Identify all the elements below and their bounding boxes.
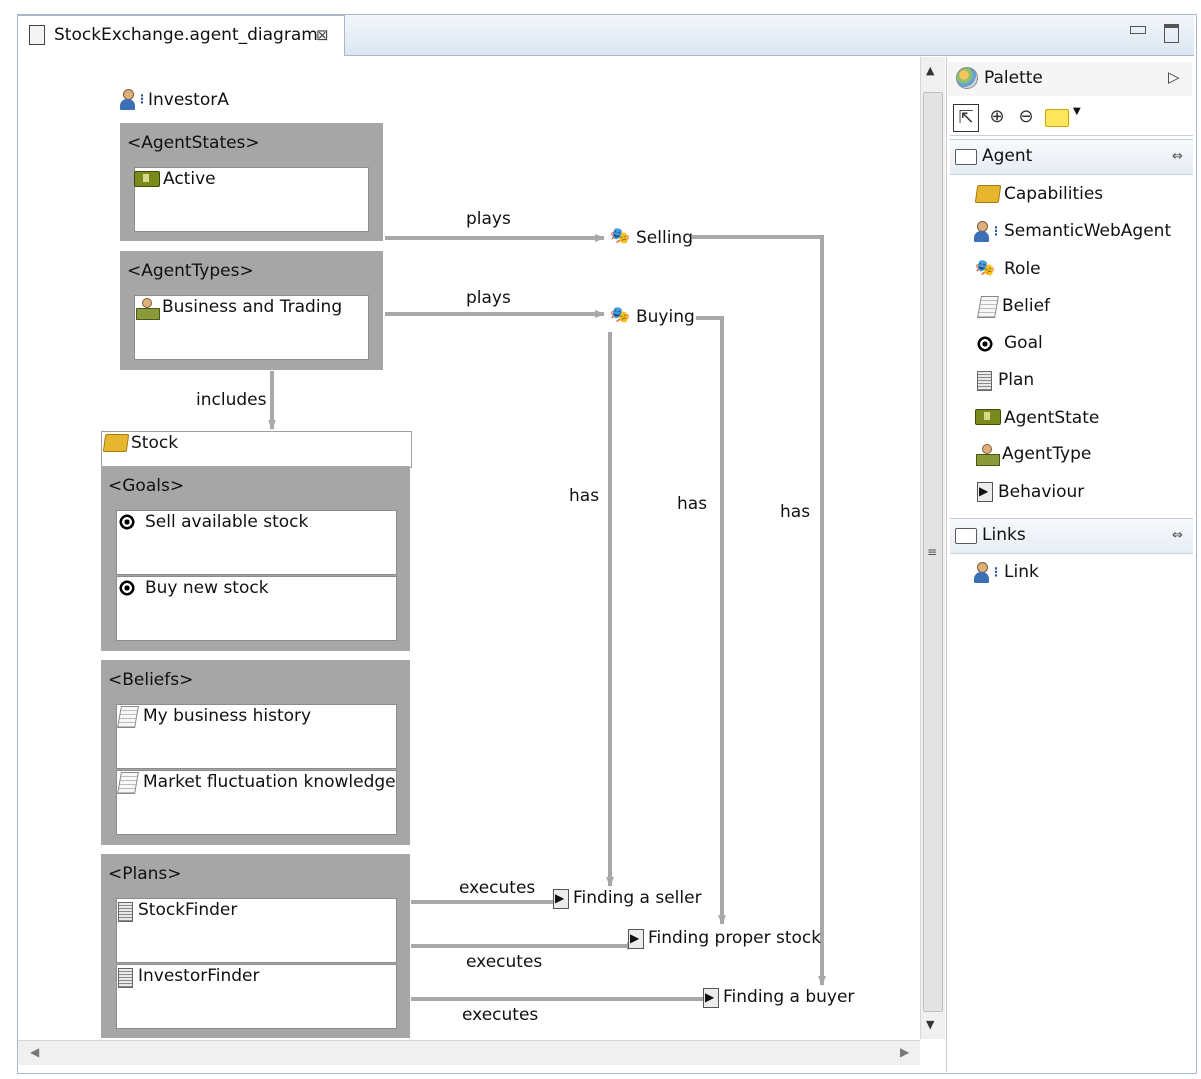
behaviour-icon	[628, 929, 644, 949]
beliefs-header: <Beliefs>	[108, 670, 194, 690]
horizontal-scrollbar[interactable]	[18, 1040, 920, 1065]
role-label[interactable]: Selling	[636, 228, 693, 248]
agent-state-icon	[975, 409, 1001, 425]
has-label: has	[677, 494, 708, 514]
agent-type-label: Business and Trading	[162, 297, 343, 317]
agent-type-icon	[976, 444, 1000, 466]
goals-header: <Goals>	[108, 476, 185, 496]
agent-type-icon	[136, 298, 160, 320]
has-label: has	[780, 502, 811, 522]
behaviour-icon	[553, 889, 569, 909]
pin-drawer-icon[interactable]: ⇔	[1172, 149, 1183, 164]
role-icon: 🎭	[975, 258, 995, 277]
behaviour-label[interactable]: Finding a seller	[573, 888, 702, 908]
palette-item-plan[interactable]: Plan	[998, 370, 1034, 390]
drawer-label: Agent	[982, 146, 1033, 166]
palette-item-role[interactable]: Role	[1004, 259, 1041, 279]
pin-drawer-icon[interactable]: ⇔	[1172, 528, 1183, 543]
palette-icon	[956, 67, 978, 89]
executes-label: executes	[459, 878, 536, 898]
drawer-label: Links	[982, 525, 1026, 545]
belief-label: My business history	[143, 706, 312, 726]
palette-item-semanticwebagent[interactable]: SemanticWebAgent	[1004, 221, 1171, 241]
palette-item-belief[interactable]: Belief	[1002, 296, 1050, 316]
agent-states-header: <AgentStates>	[127, 133, 260, 153]
goal-icon	[118, 513, 136, 531]
goal-icon	[976, 335, 994, 353]
palette-item-capabilities[interactable]: Capabilities	[1004, 184, 1103, 204]
capabilities-icon	[974, 185, 1002, 203]
scroll-grip-icon: ≡	[927, 545, 938, 559]
role-label[interactable]: Buying	[636, 307, 695, 327]
agent-types-header: <AgentTypes>	[127, 261, 254, 281]
zoom-in-icon[interactable]: ⊕	[985, 104, 1009, 130]
agent-state-icon	[134, 171, 160, 187]
has-label: has	[569, 486, 600, 506]
capability-folder-icon	[102, 434, 130, 452]
includes-label: includes	[196, 390, 267, 410]
behaviour-icon	[977, 482, 993, 502]
plan-icon	[118, 968, 133, 988]
palette-item-goal[interactable]: Goal	[1004, 333, 1043, 353]
agent-state-label: Active	[163, 169, 216, 189]
plan-label: InvestorFinder	[138, 966, 260, 986]
executes-label: executes	[466, 952, 543, 972]
palette-item-agenttype[interactable]: AgentType	[1002, 444, 1091, 464]
scroll-left-icon[interactable]: ◀	[30, 1045, 39, 1059]
semantic-web-agent-icon: ⋮	[974, 221, 1002, 243]
select-tool-icon[interactable]: ⇱	[953, 104, 979, 132]
belief-label: Market fluctuation knowledge	[143, 772, 396, 792]
note-tool-icon[interactable]	[1045, 109, 1069, 127]
zoom-out-icon[interactable]: ⊖	[1014, 104, 1038, 130]
open-folder-icon	[955, 149, 977, 165]
behaviour-icon	[703, 988, 719, 1008]
collapse-palette-icon[interactable]: ▷	[1168, 68, 1180, 86]
scroll-right-icon[interactable]: ▶	[900, 1045, 909, 1059]
goal-label: Buy new stock	[145, 578, 269, 598]
executes-label: executes	[462, 1005, 539, 1025]
palette-title: Palette	[984, 68, 1043, 88]
chevron-down-icon[interactable]: ▼	[1073, 106, 1081, 117]
palette-item-behaviour[interactable]: Behaviour	[998, 482, 1084, 502]
role-icon: 🎭	[610, 226, 630, 245]
goal-icon	[118, 579, 136, 597]
goal-label: Sell available stock	[145, 512, 309, 532]
plan-icon	[118, 902, 133, 922]
plans-header: <Plans>	[108, 864, 182, 884]
plan-icon	[977, 371, 992, 391]
palette-item-link[interactable]: Link	[1004, 562, 1039, 582]
has-link-buying-proper	[696, 316, 726, 925]
behaviour-label[interactable]: Finding proper stock	[648, 928, 821, 948]
open-folder-icon	[955, 528, 977, 544]
capability-name: Stock	[131, 433, 179, 453]
plays-label: plays	[466, 288, 511, 308]
plan-label: StockFinder	[138, 900, 238, 920]
plays-label: plays	[466, 209, 511, 229]
link-icon: ⋮	[974, 562, 1002, 584]
semantic-web-agent-icon: ⋮	[120, 89, 148, 111]
behaviour-label[interactable]: Finding a buyer	[723, 987, 854, 1007]
scroll-up-icon[interactable]: ▲	[926, 64, 934, 77]
palette-item-agentstate[interactable]: AgentState	[1004, 408, 1099, 428]
role-icon: 🎭	[610, 305, 630, 324]
has-link-selling	[692, 235, 826, 986]
agent-name[interactable]: InvestorA	[148, 90, 229, 110]
scroll-down-icon[interactable]: ▼	[926, 1018, 934, 1031]
